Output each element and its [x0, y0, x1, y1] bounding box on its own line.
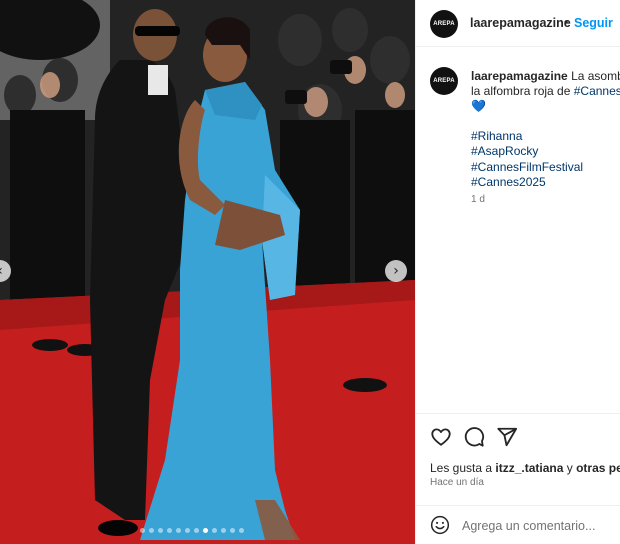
hashtag-link[interactable]: #CannesFilmFestival — [471, 160, 583, 175]
likes-summary: Les gusta a itzz_.tatiana y otras perso — [430, 461, 620, 475]
carousel-dot — [203, 527, 208, 533]
caption-body-2: la alfombra roja de — [471, 84, 574, 98]
comment-bar — [416, 505, 620, 544]
comment-input[interactable] — [462, 516, 620, 536]
heart-outline-icon[interactable] — [430, 426, 452, 448]
post-photo[interactable]: ‹ › — [0, 0, 415, 544]
caption-text: laarepamagazine La asombro la alfombra r… — [471, 69, 620, 114]
hashtag-link-cannes[interactable]: #Cannes — [574, 84, 620, 98]
hashtag-link[interactable]: #AsapRocky — [471, 144, 583, 159]
post-header: AREPA laarepamagazine • Seguir — [416, 0, 620, 47]
chevron-right-icon[interactable]: › — [385, 260, 407, 282]
caption-section: AREPA laarepamagazine La asombro la alfo… — [416, 47, 620, 412]
likes-prefix: Les gusta a — [430, 461, 496, 475]
carousel-dot — [149, 527, 154, 533]
carousel-dot — [239, 527, 244, 533]
paper-plane-icon[interactable] — [496, 426, 518, 448]
caption-avatar[interactable]: AREPA — [430, 67, 458, 95]
caption-username[interactable]: laarepamagazine — [471, 69, 568, 83]
carousel-dot — [158, 527, 163, 533]
carousel-dot — [140, 527, 145, 533]
carousel-dot — [194, 527, 199, 533]
carousel-indicator — [140, 526, 250, 534]
likes-others[interactable]: otras perso — [576, 461, 620, 475]
comment-bubble-icon[interactable] — [463, 426, 485, 448]
liker-username[interactable]: itzz_.tatiana — [495, 461, 563, 475]
author-username[interactable]: laarepamagazine — [470, 16, 571, 30]
post-timestamp: Hace un día — [430, 477, 484, 488]
follow-button[interactable]: Seguir — [574, 16, 613, 30]
hashtag-link[interactable]: #Cannes2025 — [471, 175, 583, 190]
hashtag-list: #Rihanna #AsapRocky #CannesFilmFestival … — [471, 129, 583, 190]
caption-body-1: La asombro — [571, 69, 620, 83]
caption-age: 1 d — [471, 194, 485, 205]
avatar[interactable]: AREPA — [430, 10, 458, 38]
red-carpet-photo — [0, 0, 415, 544]
hashtag-link[interactable]: #Rihanna — [471, 129, 583, 144]
instagram-post-viewer: ‹ › AREPA laarepamagazine • Seguir AREPA… — [0, 0, 620, 544]
carousel-dot — [167, 527, 172, 533]
separator-dot: • — [564, 15, 569, 29]
carousel-dot — [212, 527, 217, 533]
post-sidebar: AREPA laarepamagazine • Seguir AREPA laa… — [415, 0, 620, 544]
post-actions: Les gusta a itzz_.tatiana y otras perso … — [416, 413, 620, 544]
blue-heart-emoji: 💙 — [471, 99, 486, 113]
caption-line-1: laarepamagazine La asombro — [471, 69, 620, 84]
carousel-dot — [176, 527, 181, 533]
likes-middle: y — [563, 461, 577, 475]
caption-line-2: la alfombra roja de #Cannes c — [471, 84, 620, 99]
smiley-icon[interactable] — [430, 515, 450, 535]
carousel-dot — [221, 527, 226, 533]
carousel-dot — [185, 527, 190, 533]
carousel-dot — [230, 527, 235, 533]
